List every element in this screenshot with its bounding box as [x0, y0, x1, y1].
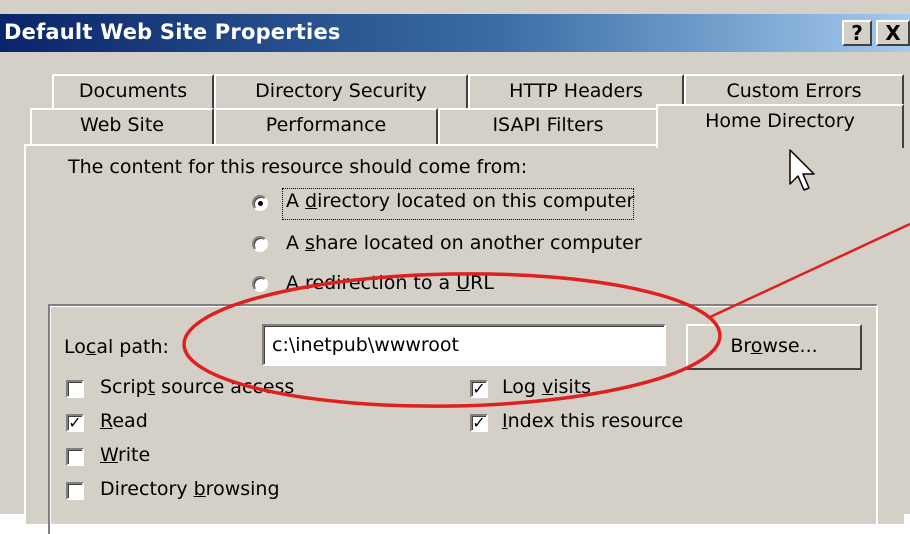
- write-label[interactable]: Write: [100, 444, 150, 466]
- tab-home-directory[interactable]: Home Directory: [656, 104, 904, 148]
- checkbox-script-source-access[interactable]: [66, 380, 84, 398]
- checkbox-log-visits[interactable]: ✓: [470, 380, 488, 398]
- radio-url-redirection-label[interactable]: A redirection to a URL: [286, 272, 494, 294]
- help-button[interactable]: ?: [842, 20, 872, 46]
- properties-dialog: Default Web Site Properties ? X Document…: [0, 0, 910, 534]
- tab-directory-security[interactable]: Directory Security: [214, 74, 468, 108]
- browse-button[interactable]: Browse...: [686, 324, 862, 370]
- tab-custom-errors[interactable]: Custom Errors: [684, 74, 904, 108]
- radio-network-share-label[interactable]: A share located on another computer: [286, 232, 642, 254]
- tab-http-headers[interactable]: HTTP Headers: [468, 74, 684, 108]
- window-title: Default Web Site Properties: [4, 20, 341, 44]
- read-label[interactable]: Read: [100, 410, 148, 432]
- script-source-access-label[interactable]: Script source access: [100, 376, 294, 398]
- checkbox-index-resource[interactable]: ✓: [470, 414, 488, 432]
- tab-performance[interactable]: Performance: [214, 108, 438, 144]
- local-path-label: Local path:: [64, 336, 169, 358]
- tab-isapi-filters[interactable]: ISAPI Filters: [438, 108, 658, 144]
- tab-documents[interactable]: Documents: [52, 74, 214, 108]
- tab-web-site[interactable]: Web Site: [30, 108, 214, 144]
- index-resource-label[interactable]: Index this resource: [502, 410, 683, 432]
- local-path-input[interactable]: c:\inetpub\wwwroot: [262, 324, 666, 366]
- radio-local-directory[interactable]: [252, 195, 268, 211]
- radio-local-directory-label[interactable]: A directory located on this computer: [286, 190, 634, 212]
- checkbox-read[interactable]: ✓: [66, 414, 84, 432]
- log-visits-label[interactable]: Log visits: [502, 376, 591, 398]
- directory-browsing-label[interactable]: Directory browsing: [100, 478, 280, 500]
- checkbox-write[interactable]: [66, 448, 84, 466]
- radio-network-share[interactable]: [252, 236, 268, 252]
- content-source-heading: The content for this resource should com…: [68, 156, 528, 178]
- radio-selected-dot: [258, 201, 263, 206]
- radio-url-redirection[interactable]: [252, 276, 268, 292]
- checkbox-directory-browsing[interactable]: [66, 482, 84, 500]
- title-bar[interactable]: Default Web Site Properties ? X: [0, 14, 910, 52]
- close-button[interactable]: X: [876, 20, 910, 46]
